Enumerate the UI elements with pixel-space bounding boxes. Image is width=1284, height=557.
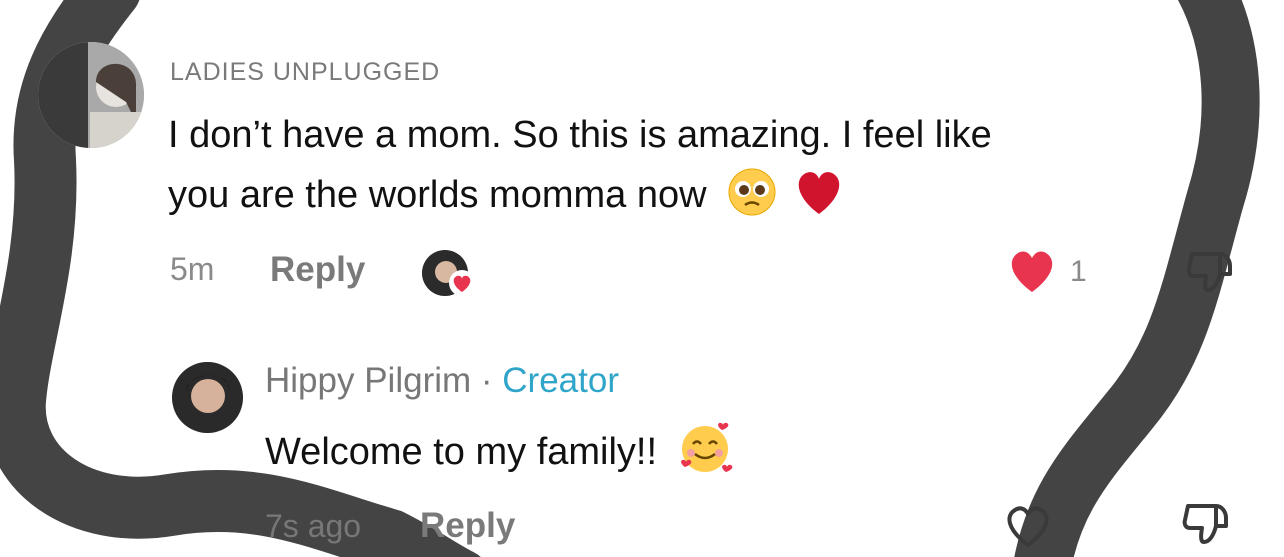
comment-text-line-1: I don’t have a mom. So this is amazing. … xyxy=(168,114,992,156)
smiling-face-with-hearts-icon xyxy=(680,422,732,472)
reply-timestamp: 7s ago xyxy=(265,508,362,544)
like-count: 1 xyxy=(1070,255,1087,288)
like-heart-filled-icon[interactable] xyxy=(1006,248,1058,294)
creator-avatar[interactable] xyxy=(172,362,243,433)
person-photo-icon xyxy=(172,362,243,433)
commenter-username[interactable]: LADIES UNPLUGGED xyxy=(170,58,440,87)
comment-timestamp: 5m xyxy=(170,251,215,287)
like-heart-outline-icon[interactable] xyxy=(1002,503,1054,549)
reply-button[interactable]: Reply xyxy=(270,250,365,290)
name-separator: · xyxy=(480,361,493,400)
creator-heart-badge-icon xyxy=(449,270,475,296)
dislike-thumbs-down-icon[interactable] xyxy=(1184,248,1240,298)
person-photo-icon xyxy=(38,42,144,148)
creator-username[interactable]: Hippy Pilgrim xyxy=(265,361,471,400)
reply-text: Welcome to my family!! xyxy=(265,431,658,473)
pleading-face-icon xyxy=(728,168,776,216)
commenter-avatar[interactable] xyxy=(38,42,144,148)
creator-badge: Creator xyxy=(502,361,619,400)
red-heart-icon xyxy=(798,172,839,214)
dislike-thumbs-down-icon[interactable] xyxy=(1180,500,1236,550)
reply-text-row: Welcome to my family!! xyxy=(265,420,734,480)
creator-name-row: Hippy Pilgrim · Creator xyxy=(265,361,619,401)
reply-to-reply-button[interactable]: Reply xyxy=(420,506,515,546)
comment-text-line-2: you are the worlds momma now xyxy=(168,167,846,223)
comment-text-line-2-text: you are the worlds momma now xyxy=(168,174,707,216)
